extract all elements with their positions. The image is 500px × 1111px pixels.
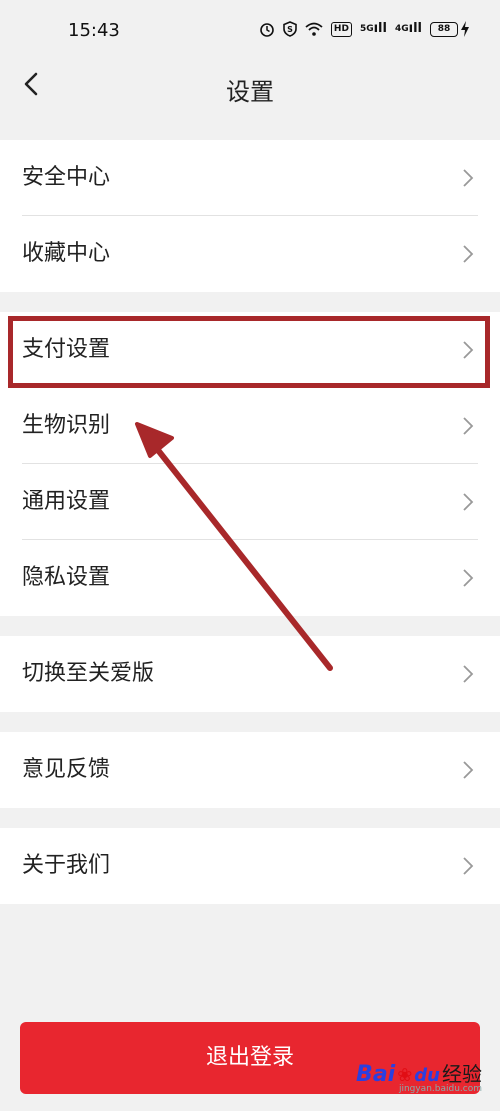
chevron-right-icon	[463, 341, 474, 359]
status-bar: 15:43 S HD 5Gıll 4Gıll 88	[0, 0, 500, 60]
signal-5g-label: 5G	[359, 24, 374, 34]
row-label: 隐私设置	[22, 565, 111, 590]
row-about-us[interactable]: 关于我们	[0, 828, 500, 904]
chevron-right-icon	[463, 569, 474, 587]
watermark-brand: Bai	[356, 1062, 396, 1087]
row-label: 切换至关爱版	[22, 661, 155, 686]
chevron-right-icon	[463, 857, 474, 875]
row-label: 安全中心	[22, 165, 111, 190]
row-label: 生物识别	[22, 413, 111, 438]
chevron-right-icon	[463, 245, 474, 263]
row-label: 关于我们	[22, 853, 111, 878]
settings-group-5: 关于我们	[0, 828, 500, 904]
row-privacy-settings[interactable]: 隐私设置	[0, 540, 500, 616]
signal-4g-label: 4G	[394, 24, 409, 34]
row-label: 意见反馈	[22, 757, 111, 782]
status-time: 15:43	[68, 20, 120, 41]
row-label: 支付设置	[22, 337, 111, 362]
battery-level: 88	[430, 21, 458, 37]
hd-icon: HD	[330, 21, 352, 37]
row-payment-settings[interactable]: 支付设置	[0, 312, 500, 388]
watermark-url: jingyan.baidu.com	[398, 1084, 482, 1094]
watermark: Bai ❀ du 经验 jingyan.baidu.com	[356, 1058, 482, 1094]
row-care-mode[interactable]: 切换至关爱版	[0, 636, 500, 712]
chevron-right-icon	[463, 665, 474, 683]
row-security-center[interactable]: 安全中心	[0, 140, 500, 216]
charging-icon	[461, 21, 469, 37]
settings-group-3: 切换至关爱版	[0, 636, 500, 712]
row-favorites-center[interactable]: 收藏中心	[0, 216, 500, 292]
status-icons: S HD 5Gıll 4Gıll 88	[259, 19, 470, 39]
shield-icon: S	[283, 21, 297, 37]
settings-group-2: 支付设置 生物识别 通用设置 隐私设置	[0, 312, 500, 616]
chevron-right-icon	[463, 169, 474, 187]
battery-icon: 88	[430, 21, 470, 37]
row-feedback[interactable]: 意见反馈	[0, 732, 500, 808]
paw-icon: ❀	[397, 1065, 413, 1086]
alarm-icon	[260, 23, 274, 37]
chevron-right-icon	[463, 493, 474, 511]
nav-bar: 设置	[0, 60, 500, 114]
svg-text:S: S	[287, 25, 293, 34]
chevron-right-icon	[463, 761, 474, 779]
wifi-icon	[305, 22, 323, 36]
watermark-brand-suffix: du	[414, 1065, 440, 1086]
chevron-right-icon	[463, 417, 474, 435]
row-label: 通用设置	[22, 489, 111, 514]
watermark-name: 经验	[442, 1062, 482, 1086]
signal-5g-icon: 5Gıll	[359, 21, 387, 36]
page-title: 设置	[226, 78, 274, 106]
settings-group-4: 意见反馈	[0, 732, 500, 808]
signal-4g-icon: 4Gıll	[394, 21, 422, 36]
settings-group-1: 安全中心 收藏中心	[0, 140, 500, 292]
row-biometrics[interactable]: 生物识别	[0, 388, 500, 464]
row-label: 收藏中心	[22, 241, 111, 266]
row-general-settings[interactable]: 通用设置	[0, 464, 500, 540]
